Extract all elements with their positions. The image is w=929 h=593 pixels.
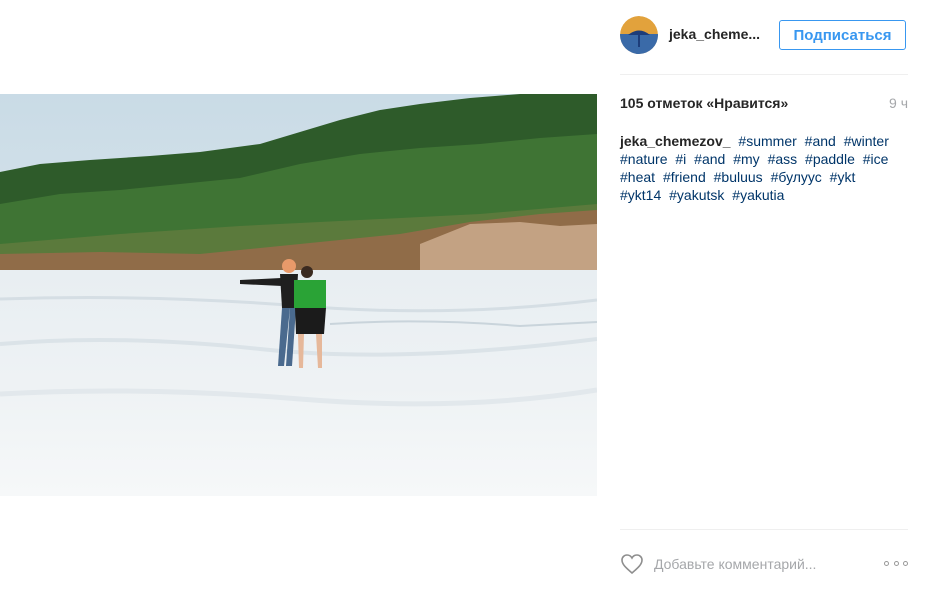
post-photo[interactable] — [0, 94, 597, 496]
hashtag-link[interactable]: #ice — [863, 151, 889, 167]
divider — [620, 529, 908, 530]
avatar[interactable] — [620, 16, 658, 54]
hashtag-link[interactable]: #heat — [620, 169, 655, 185]
hashtag-link[interactable]: #winter — [844, 133, 889, 149]
hashtag-link[interactable]: #ykt — [830, 169, 856, 185]
hashtag-link[interactable]: #yakutsk — [669, 187, 724, 203]
photo-scene — [0, 94, 597, 496]
hashtag-link[interactable]: #nature — [620, 151, 667, 167]
hashtag-link[interactable]: #paddle — [805, 151, 855, 167]
follow-button[interactable]: Подписаться — [779, 20, 906, 50]
more-dot — [903, 560, 908, 566]
hashtag-link[interactable]: #i — [675, 151, 686, 167]
hashtag-link[interactable]: #and — [805, 133, 836, 149]
more-options-icon[interactable] — [884, 557, 908, 569]
post-time[interactable]: 9 ч — [889, 95, 908, 111]
username-link[interactable]: jeka_cheme... — [669, 26, 760, 42]
post-caption: jeka_chemezov_ #summer #and #winter #nat… — [620, 132, 908, 204]
caption-author[interactable]: jeka_chemezov_ — [620, 133, 731, 149]
heart-icon[interactable] — [620, 553, 644, 575]
hashtag-link[interactable]: #buluus — [714, 169, 763, 185]
more-dot — [893, 560, 899, 566]
hashtag-link[interactable]: #my — [733, 151, 759, 167]
post-sidebar: jeka_cheme... Подписаться 105 отметок «Н… — [620, 0, 908, 593]
hashtag-link[interactable]: #and — [694, 151, 725, 167]
hashtag-link[interactable]: #ass — [768, 151, 798, 167]
hashtag-link[interactable]: #ykt14 — [620, 187, 661, 203]
hashtag-link[interactable]: #yakutia — [732, 187, 784, 203]
likes-count[interactable]: 105 отметок «Нравится» — [620, 95, 788, 111]
hashtag-link[interactable]: #булуус — [771, 169, 822, 185]
comment-input[interactable] — [654, 554, 854, 574]
more-dot — [884, 560, 889, 566]
hashtag-link[interactable]: #summer — [738, 133, 796, 149]
post-header: jeka_cheme... Подписаться — [620, 0, 908, 75]
hashtag-link[interactable]: #friend — [663, 169, 706, 185]
